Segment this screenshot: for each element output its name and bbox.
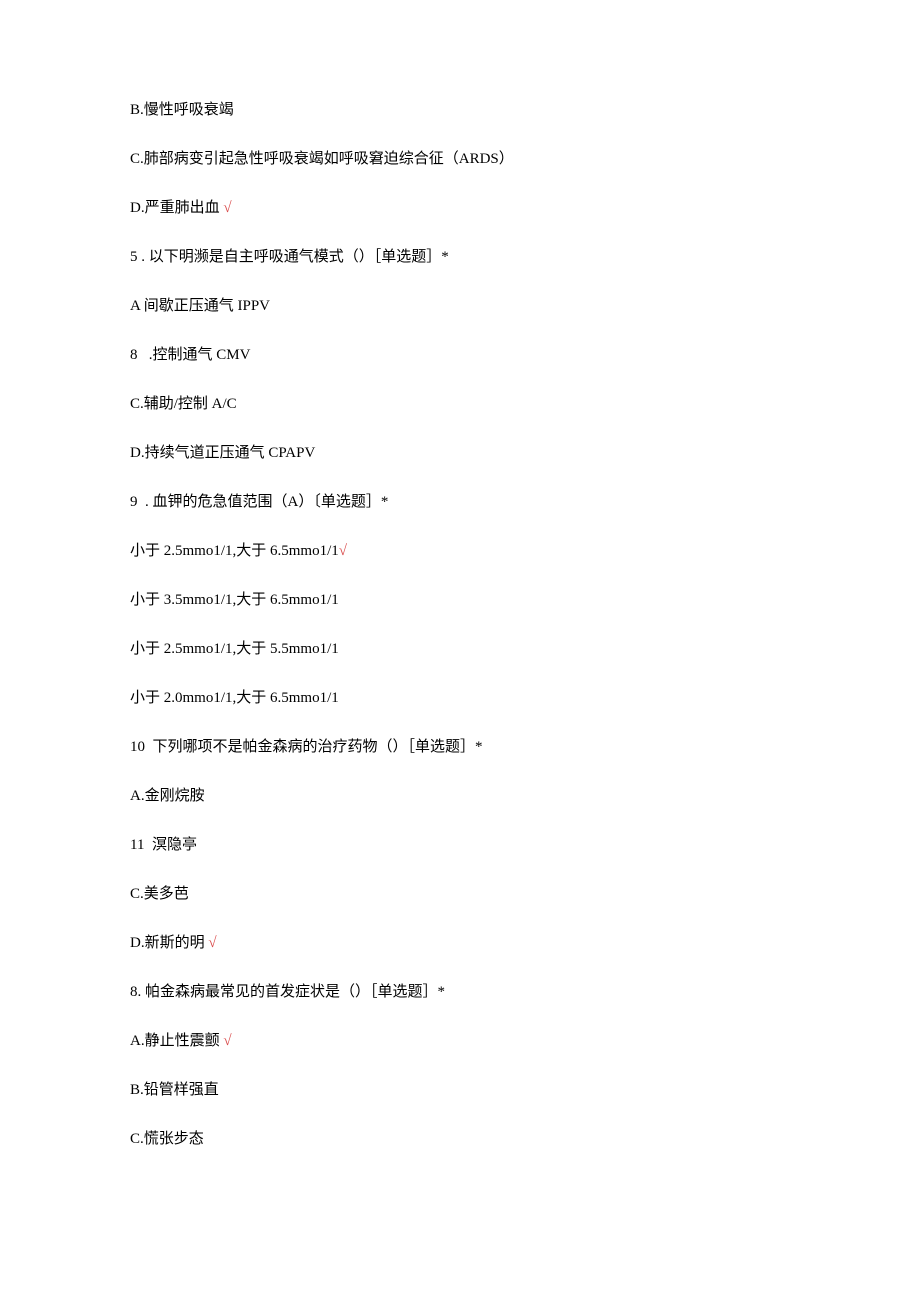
text-line: 8. 帕金森病最常见的首发症状是（）［单选题］* <box>130 982 790 1003</box>
line-text: A.金刚烷胺 <box>130 788 205 804</box>
text-line: B.慢性呼吸衰竭 <box>130 100 790 121</box>
text-line: 小于 2.0mmo1/1,大于 6.5mmo1/1 <box>130 688 790 709</box>
line-text: B.铅管样强直 <box>130 1082 219 1098</box>
line-text: C.慌张步态 <box>130 1131 204 1147</box>
text-line: 小于 2.5mmo1/1,大于 6.5mmo1/1√ <box>130 541 790 562</box>
text-line: A.金刚烷胺 <box>130 786 790 807</box>
text-line: 小于 3.5mmo1/1,大于 6.5mmo1/1 <box>130 590 790 611</box>
line-text: B.慢性呼吸衰竭 <box>130 102 234 118</box>
text-line: D.新斯的明 √ <box>130 933 790 954</box>
text-line: C.美多芭 <box>130 884 790 905</box>
text-line: 小于 2.5mmo1/1,大于 5.5mmo1/1 <box>130 639 790 660</box>
text-line: 10 下列哪项不是帕金森病的治疗药物（）［单选题］* <box>130 737 790 758</box>
text-line: B.铅管样强直 <box>130 1080 790 1101</box>
line-text: 10 下列哪项不是帕金森病的治疗药物（）［单选题］* <box>130 739 483 755</box>
text-line: 5 . 以下明濒是自主呼吸通气模式（）［单选题］* <box>130 247 790 268</box>
text-line: A 间歇正压通气 IPPV <box>130 296 790 317</box>
line-text: C.肺部病变引起急性呼吸衰竭如呼吸窘迫综合征（ARDS） <box>130 151 514 167</box>
line-text: 小于 2.0mmo1/1,大于 6.5mmo1/1 <box>130 690 339 706</box>
line-text: 5 . 以下明濒是自主呼吸通气模式（）［单选题］* <box>130 249 449 265</box>
text-line: 8 .控制通气 CMV <box>130 345 790 366</box>
text-line: A.静止性震颤 √ <box>130 1031 790 1052</box>
text-line: 11 溟隐亭 <box>130 835 790 856</box>
text-line: 9 . 血钾的危急值范围（A）〔单选题］* <box>130 492 790 513</box>
line-text: 8 .控制通气 CMV <box>130 347 250 363</box>
line-text: 9 . 血钾的危急值范围（A）〔单选题］* <box>130 494 388 510</box>
line-text: A.静止性震颤 <box>130 1033 223 1049</box>
text-line: C.辅助/控制 A/C <box>130 394 790 415</box>
line-text: D.严重肺出血 <box>130 200 223 216</box>
line-text: 11 溟隐亭 <box>130 837 197 853</box>
line-text: C.辅助/控制 A/C <box>130 396 237 412</box>
line-text: C.美多芭 <box>130 886 189 902</box>
line-text: 8. 帕金森病最常见的首发症状是（）［单选题］* <box>130 984 445 1000</box>
text-line: C.慌张步态 <box>130 1129 790 1150</box>
check-icon: √ <box>208 935 216 951</box>
text-line: D.持续气道正压通气 CPAPV <box>130 443 790 464</box>
text-line: D.严重肺出血 √ <box>130 198 790 219</box>
check-icon: √ <box>223 1033 231 1049</box>
line-text: 小于 3.5mmo1/1,大于 6.5mmo1/1 <box>130 592 339 608</box>
line-text: D.持续气道正压通气 CPAPV <box>130 445 315 461</box>
line-text: A 间歇正压通气 IPPV <box>130 298 270 314</box>
line-text: D.新斯的明 <box>130 935 208 951</box>
check-icon: √ <box>223 200 231 216</box>
line-text: 小于 2.5mmo1/1,大于 6.5mmo1/1 <box>130 543 339 559</box>
text-line: C.肺部病变引起急性呼吸衰竭如呼吸窘迫综合征（ARDS） <box>130 149 790 170</box>
line-text: 小于 2.5mmo1/1,大于 5.5mmo1/1 <box>130 641 339 657</box>
check-icon: √ <box>339 543 347 559</box>
